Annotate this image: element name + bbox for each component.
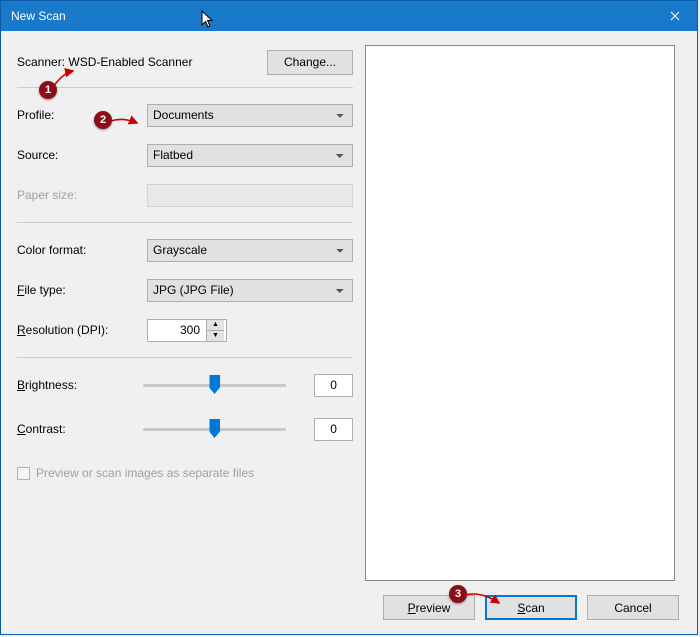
contrast-label: Contrast:	[17, 422, 143, 436]
slider-thumb-icon[interactable]	[209, 419, 220, 438]
profile-select[interactable]: Documents	[147, 104, 353, 127]
contrast-slider[interactable]	[143, 419, 286, 439]
preview-area[interactable]	[365, 45, 675, 581]
file-type-select[interactable]: JPG (JPG File)	[147, 279, 353, 302]
scan-btn-rest: can	[525, 601, 544, 615]
titlebar[interactable]: New Scan	[1, 1, 697, 31]
paper-size-select	[147, 184, 353, 207]
source-label: Source:	[17, 148, 147, 162]
brightness-value[interactable]: 0	[314, 374, 353, 397]
new-scan-dialog: New Scan Scanner: WSD-Enabled Scanner Ch…	[0, 0, 698, 635]
resolution-label: Resolution (DPI):	[17, 323, 147, 337]
resolution-spinner[interactable]: ▲ ▼	[147, 319, 227, 342]
dialog-buttons: Preview Scan Cancel	[383, 595, 679, 620]
preview-button[interactable]: Preview	[383, 595, 475, 620]
close-icon	[670, 11, 680, 21]
spin-down-button[interactable]: ▼	[207, 331, 224, 341]
contrast-value[interactable]: 0	[314, 418, 353, 441]
change-scanner-button[interactable]: Change...	[267, 50, 353, 75]
window-title: New Scan	[11, 9, 66, 23]
preview-btn-rest: review	[416, 601, 451, 615]
separate-files-checkbox	[17, 467, 30, 480]
paper-size-label: Paper size:	[17, 188, 147, 202]
brightness-label: Brightness:	[17, 378, 143, 392]
separate-files-label: Preview or scan images as separate files	[36, 466, 254, 480]
divider	[17, 222, 353, 223]
color-format-select[interactable]: Grayscale	[147, 239, 353, 262]
color-format-label: Color format:	[17, 243, 147, 257]
cancel-button[interactable]: Cancel	[587, 595, 679, 620]
slider-thumb-icon[interactable]	[209, 375, 220, 394]
source-select[interactable]: Flatbed	[147, 144, 353, 167]
scanner-name: WSD-Enabled Scanner	[68, 55, 192, 69]
spin-up-button[interactable]: ▲	[207, 320, 224, 331]
resolution-input[interactable]	[148, 320, 206, 341]
scan-button[interactable]: Scan	[485, 595, 577, 620]
close-button[interactable]	[652, 1, 697, 31]
settings-panel: Scanner: WSD-Enabled Scanner Change... P…	[17, 45, 353, 581]
profile-label: Profile:	[17, 108, 147, 122]
scanner-label-prefix: Scanner:	[17, 55, 68, 69]
brightness-slider[interactable]	[143, 375, 286, 395]
divider	[17, 87, 353, 88]
file-type-label: File type:	[17, 283, 147, 297]
divider	[17, 357, 353, 358]
